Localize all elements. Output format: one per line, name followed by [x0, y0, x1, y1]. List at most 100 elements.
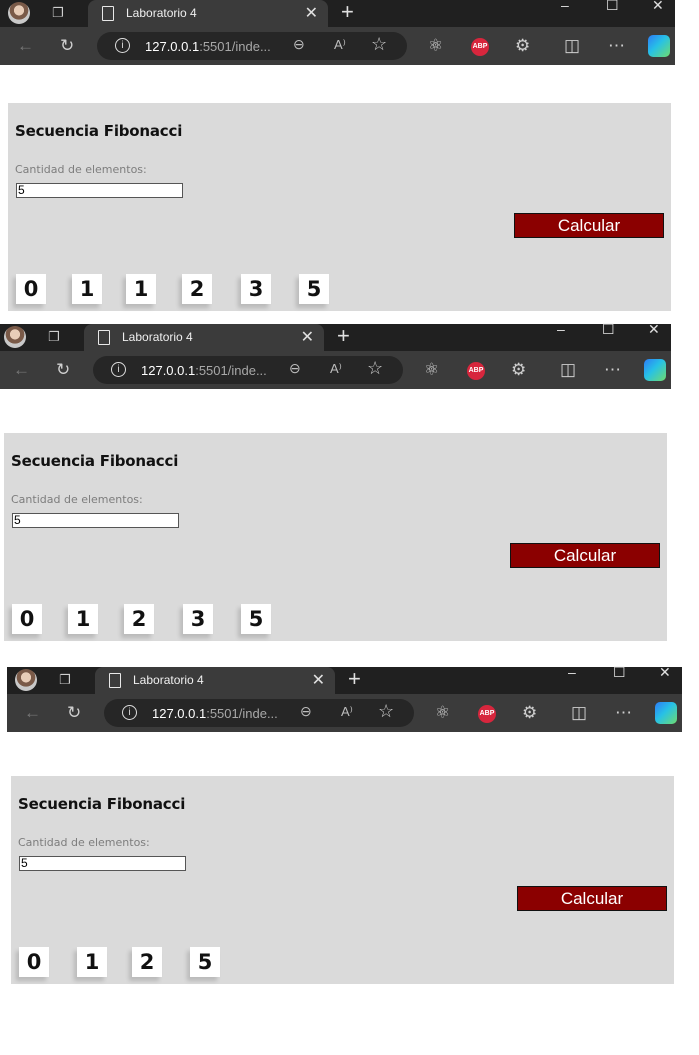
close-window-button[interactable]: ✕ — [648, 322, 660, 336]
copilot-icon[interactable] — [648, 35, 670, 57]
read-aloud-icon[interactable]: A⁾ — [341, 704, 353, 720]
profile-avatar[interactable] — [4, 326, 26, 348]
back-icon[interactable]: ← — [17, 36, 34, 56]
browser-toolbar: ← ↻ i 127.0.0.1:5501/inde... ⊖ A⁾ ☆ ⚛ AB… — [0, 351, 671, 389]
page-title: Secuencia Fibonacci — [11, 452, 179, 470]
zoom-out-icon[interactable]: ⊖ — [289, 360, 301, 377]
maximize-button[interactable]: ☐ — [602, 322, 615, 336]
browser-screenshot-3: ❐ Laboratorio 4 ✕ + – ☐ ✕ ← ↻ i 127.0.0.… — [7, 665, 682, 984]
workspaces-icon[interactable]: ❐ — [46, 329, 62, 345]
react-devtools-icon[interactable]: ⚛ — [435, 703, 450, 723]
sequence-number: 3 — [241, 274, 271, 304]
minimize-button[interactable]: – — [568, 665, 576, 679]
sequence-number: 0 — [16, 274, 46, 304]
quantity-input[interactable]: 5 — [12, 513, 179, 528]
url-text: 127.0.0.1:5501/inde... — [152, 706, 278, 721]
fibonacci-panel: Secuencia Fibonacci Cantidad de elemento… — [4, 433, 667, 641]
copilot-icon[interactable] — [655, 702, 677, 724]
quantity-label: Cantidad de elementos: — [18, 836, 150, 849]
read-aloud-icon[interactable]: A⁾ — [330, 361, 342, 377]
address-bar[interactable]: i 127.0.0.1:5501/inde... ⊖ A⁾ ☆ — [104, 699, 414, 727]
browser-tab[interactable]: Laboratorio 4 ✕ — [95, 667, 335, 694]
read-aloud-icon[interactable]: A⁾ — [334, 37, 346, 53]
copilot-icon[interactable] — [644, 359, 666, 381]
workspaces-icon[interactable]: ❐ — [57, 672, 73, 688]
close-tab-icon[interactable]: ✕ — [301, 327, 314, 347]
sequence-number: 5 — [299, 274, 329, 304]
sequence-number: 2 — [124, 604, 154, 634]
browser-tab[interactable]: Laboratorio 4 ✕ — [84, 324, 324, 351]
react-devtools-icon[interactable]: ⚛ — [428, 36, 443, 56]
tab-strip: ❐ Laboratorio 4 ✕ + – ☐ ✕ — [0, 322, 671, 351]
refresh-icon[interactable]: ↻ — [56, 360, 70, 380]
zoom-out-icon[interactable]: ⊖ — [293, 36, 305, 53]
quantity-input[interactable]: 5 — [19, 856, 186, 871]
calculate-button[interactable]: Calcular — [517, 886, 667, 911]
more-menu-icon[interactable]: ⋯ — [615, 703, 632, 723]
page-title: Secuencia Fibonacci — [15, 122, 183, 140]
split-screen-icon[interactable]: ◫ — [560, 360, 576, 380]
more-menu-icon[interactable]: ⋯ — [608, 36, 625, 56]
quantity-label: Cantidad de elementos: — [11, 493, 143, 506]
calculate-button[interactable]: Calcular — [514, 213, 664, 238]
profile-avatar[interactable] — [15, 669, 37, 691]
calculate-button[interactable]: Calcular — [510, 543, 660, 568]
sequence-number: 1 — [68, 604, 98, 634]
refresh-icon[interactable]: ↻ — [60, 36, 74, 56]
react-devtools-icon[interactable]: ⚛ — [424, 360, 439, 380]
split-screen-icon[interactable]: ◫ — [564, 36, 580, 56]
tab-title: Laboratorio 4 — [122, 330, 193, 344]
quantity-input[interactable]: 5 — [16, 183, 183, 198]
back-icon[interactable]: ← — [13, 360, 30, 380]
site-info-icon[interactable]: i — [115, 38, 130, 53]
adblock-icon[interactable]: ABP — [478, 705, 496, 723]
workspaces-icon[interactable]: ❐ — [50, 5, 66, 21]
adblock-icon[interactable]: ABP — [467, 362, 485, 380]
tab-strip: ❐ Laboratorio 4 ✕ + – ☐ ✕ — [0, 0, 675, 27]
minimize-button[interactable]: – — [561, 0, 569, 12]
page-content: Secuencia Fibonacci Cantidad de elemento… — [7, 732, 682, 984]
address-bar[interactable]: i 127.0.0.1:5501/inde... ⊖ A⁾ ☆ — [93, 356, 403, 384]
favorite-star-icon[interactable]: ☆ — [371, 34, 387, 55]
site-info-icon[interactable]: i — [111, 362, 126, 377]
split-screen-icon[interactable]: ◫ — [571, 703, 587, 723]
page-icon — [98, 330, 110, 345]
close-tab-icon[interactable]: ✕ — [312, 670, 325, 690]
address-bar[interactable]: i 127.0.0.1:5501/inde... ⊖ A⁾ ☆ — [97, 32, 407, 60]
tab-strip: ❐ Laboratorio 4 ✕ + – ☐ ✕ — [7, 665, 682, 694]
tab-title: Laboratorio 4 — [133, 673, 204, 687]
browser-toolbar: ← ↻ i 127.0.0.1:5501/inde... ⊖ A⁾ ☆ ⚛ AB… — [7, 694, 682, 732]
new-tab-button[interactable]: + — [337, 324, 350, 348]
adblock-icon[interactable]: ABP — [471, 38, 489, 56]
site-info-icon[interactable]: i — [122, 705, 137, 720]
sequence-number: 5 — [241, 604, 271, 634]
new-tab-button[interactable]: + — [348, 667, 361, 691]
url-text: 127.0.0.1:5501/inde... — [145, 39, 271, 54]
maximize-button[interactable]: ☐ — [613, 665, 626, 679]
maximize-button[interactable]: ☐ — [606, 0, 619, 12]
favorite-star-icon[interactable]: ☆ — [378, 701, 394, 722]
extensions-icon[interactable]: ⚙ — [511, 360, 526, 380]
sequence-number: 2 — [132, 947, 162, 977]
browser-tab[interactable]: Laboratorio 4 ✕ — [88, 0, 328, 27]
minimize-button[interactable]: – — [557, 322, 565, 336]
fibonacci-panel: Secuencia Fibonacci Cantidad de elemento… — [11, 776, 674, 984]
close-tab-icon[interactable]: ✕ — [305, 3, 318, 23]
favorite-star-icon[interactable]: ☆ — [367, 358, 383, 379]
sequence-number: 0 — [12, 604, 42, 634]
profile-avatar[interactable] — [8, 2, 30, 24]
refresh-icon[interactable]: ↻ — [67, 703, 81, 723]
close-window-button[interactable]: ✕ — [659, 665, 671, 679]
extensions-icon[interactable]: ⚙ — [515, 36, 530, 56]
close-window-button[interactable]: ✕ — [652, 0, 664, 12]
zoom-out-icon[interactable]: ⊖ — [300, 703, 312, 720]
page-icon — [109, 673, 121, 688]
back-icon[interactable]: ← — [24, 703, 41, 723]
tab-title: Laboratorio 4 — [126, 6, 197, 20]
page-title: Secuencia Fibonacci — [18, 795, 186, 813]
sequence-number: 5 — [190, 947, 220, 977]
extensions-icon[interactable]: ⚙ — [522, 703, 537, 723]
more-menu-icon[interactable]: ⋯ — [604, 360, 621, 380]
new-tab-button[interactable]: + — [341, 0, 354, 24]
browser-screenshot-2: ❐ Laboratorio 4 ✕ + – ☐ ✕ ← ↻ i 127.0.0.… — [0, 322, 671, 641]
